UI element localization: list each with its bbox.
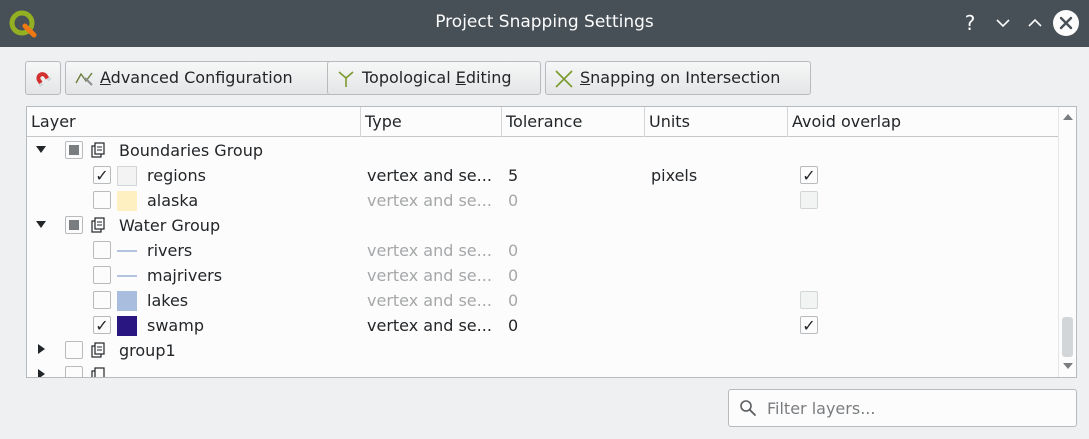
layer-checkbox[interactable] [93,241,111,259]
avoid-overlap-checkbox[interactable]: ✓ [800,316,818,334]
layer-name: rivers [147,241,193,260]
layer-group-icon [91,217,105,233]
search-icon [740,400,756,416]
topological-editing-button[interactable]: Topological Editing [327,61,541,95]
column-header-tolerance[interactable]: Tolerance [502,107,645,137]
tree-rows: Boundaries Group ✓ regions vertex and se… [27,138,1059,377]
tolerance-cell[interactable]: 0 [508,288,518,313]
layer-checkbox[interactable] [93,191,111,209]
layer-checkbox[interactable] [65,216,83,234]
layer-name: majrivers [147,266,223,285]
group-name: Boundaries Group [119,141,264,160]
snapping-on-intersection-button[interactable]: Snapping on Intersection [545,61,811,95]
window-title: Project Snapping Settings [435,12,654,32]
layer-checkbox[interactable] [65,141,83,159]
layer-name: alaska [147,191,199,210]
tree-row-group[interactable]: Water Group [27,213,1059,238]
tolerance-cell[interactable]: 5 [508,163,518,188]
maximize-button[interactable] [1022,10,1048,36]
filter-layers-box[interactable] [728,389,1077,427]
enable-snapping-button[interactable] [25,61,61,95]
collapse-arrow-icon[interactable] [38,344,45,354]
avoid-overlap-checkbox[interactable]: ✓ [800,166,818,184]
chevron-down-icon [996,19,1010,28]
group-name: group1 [119,341,176,360]
minimize-button[interactable] [990,10,1016,36]
layer-checkbox[interactable]: ✓ [93,316,111,334]
tree-row-layer[interactable]: ✓ swamp vertex and se... 0 ✓ [27,313,1059,338]
help-button[interactable]: ? [957,10,983,36]
tolerance-cell[interactable]: 0 [508,188,518,213]
column-header-layer[interactable]: Layer [27,107,361,137]
polygon-symbol-icon [117,291,137,311]
scroll-up-icon[interactable] [1063,114,1073,120]
topological-editing-label: Topological Editing [362,68,512,87]
layer-checkbox[interactable] [65,366,83,377]
layer-name: regions [147,166,206,185]
layer-name: swamp [147,316,204,335]
snap-type-cell[interactable]: vertex and se... [367,188,492,213]
column-header-avoid-overlap[interactable]: Avoid overlap [788,107,1059,137]
layer-group-icon [91,142,105,158]
tree-row-layer[interactable]: lakes vertex and se... 0 [27,288,1059,313]
advanced-configuration-label: Advanced Configuration [100,68,293,87]
polygon-symbol-icon [117,166,137,186]
layer-checkbox[interactable] [93,291,111,309]
snap-type-cell[interactable]: vertex and se... [367,313,492,338]
tolerance-cell[interactable]: 0 [508,313,518,338]
tree-header: Layer Type Tolerance Units Avoid overlap [27,107,1059,137]
polygon-symbol-icon [117,191,137,211]
close-icon [1059,16,1073,30]
tree-row-group[interactable] [27,363,1059,377]
chevron-up-icon [1028,18,1042,27]
units-cell[interactable]: pixels [651,163,697,188]
tree-row-layer[interactable]: majrivers vertex and se... 0 [27,263,1059,288]
column-header-units[interactable]: Units [645,107,788,137]
avoid-overlap-checkbox[interactable] [800,191,818,209]
layer-checkbox[interactable] [65,341,83,359]
polygon-symbol-icon [117,316,137,336]
filter-layers-input[interactable] [765,394,1065,422]
line-symbol-icon [117,275,137,277]
tolerance-cell[interactable]: 0 [508,263,518,288]
layer-name: lakes [147,291,189,310]
advanced-configuration-button[interactable]: Advanced Configuration [65,61,347,95]
expand-arrow-icon[interactable] [36,221,46,228]
magnet-icon [36,72,52,88]
intersection-icon [555,70,573,88]
layer-tree[interactable]: Layer Type Tolerance Units Avoid overlap… [26,106,1077,378]
column-header-type[interactable]: Type [361,107,502,137]
snap-type-cell[interactable]: vertex and se... [367,238,492,263]
layer-group-icon [91,367,105,377]
tree-row-layer[interactable]: rivers vertex and se... 0 [27,238,1059,263]
group-name: Water Group [119,216,221,235]
snapping-settings-dialog: Project Snapping Settings ? Advanced Con… [0,0,1089,439]
snapping-config-icon [75,72,93,86]
layer-checkbox[interactable]: ✓ [93,166,111,184]
layer-group-icon [91,342,105,358]
avoid-overlap-checkbox[interactable] [800,291,818,309]
topological-editing-icon [338,71,354,87]
tree-row-layer[interactable]: alaska vertex and se... 0 [27,188,1059,213]
snapping-on-intersection-label: Snapping on Intersection [580,68,781,87]
title-bar: Project Snapping Settings ? [0,0,1089,47]
scroll-thumb[interactable] [1062,317,1073,357]
snap-type-cell[interactable]: vertex and se... [367,163,492,188]
tree-row-group[interactable]: Boundaries Group [27,138,1059,163]
tree-row-group[interactable]: group1 [27,338,1059,363]
expand-arrow-icon[interactable] [36,146,46,153]
tree-row-layer[interactable]: ✓ regions vertex and se... 5 pixels ✓ [27,163,1059,188]
close-button[interactable] [1053,10,1079,36]
collapse-arrow-icon[interactable] [38,369,45,377]
snap-type-cell[interactable]: vertex and se... [367,263,492,288]
tolerance-cell[interactable]: 0 [508,238,518,263]
vertical-scrollbar[interactable] [1058,107,1076,377]
snap-type-cell[interactable]: vertex and se... [367,288,492,313]
line-symbol-icon [117,250,137,252]
scroll-down-icon[interactable] [1063,363,1073,369]
layer-checkbox[interactable] [93,266,111,284]
